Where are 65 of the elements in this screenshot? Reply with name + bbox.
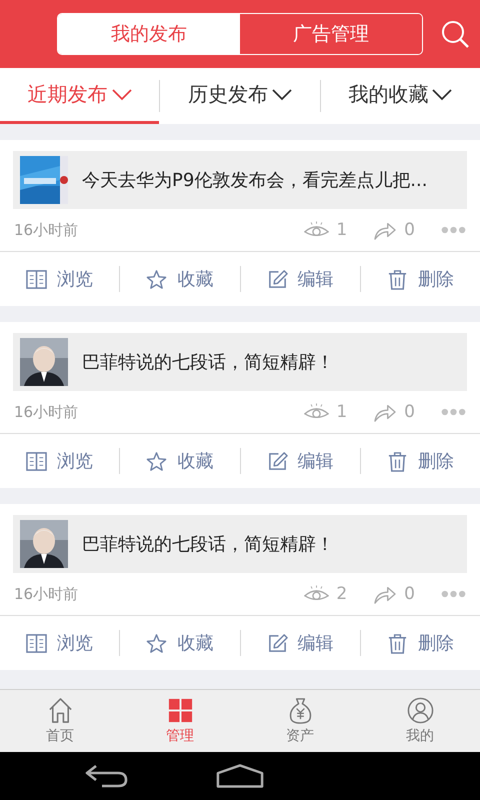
star-icon [146,450,168,472]
action-button[interactable]: 浏览 [0,441,120,481]
article-title: 巴菲特说的七段话，简短精辟！ [82,351,334,374]
more-icon[interactable] [441,408,466,416]
filter-tab[interactable]: 我的收藏 [320,68,480,124]
nav-tab[interactable]: 我的 [360,690,480,752]
article-title: 今天去华为P9伦敦发布会，看完差点儿把... [82,169,428,192]
trash-icon [386,632,408,654]
edit-icon [266,632,288,654]
eye-icon [304,403,330,421]
share-icon[interactable] [373,220,398,240]
nav-tab[interactable]: 首页 [0,690,120,752]
back-button[interactable] [84,764,128,788]
article-preview[interactable]: 巴菲特说的七段话，简短精辟！ [13,333,467,391]
article-preview[interactable]: 巴菲特说的七段话，简短精辟！ [13,515,467,573]
book-icon [26,268,48,290]
action-button[interactable]: 删除 [360,623,480,663]
share-count: 0 [404,402,415,422]
share-icon[interactable] [373,584,398,604]
more-icon[interactable] [441,590,466,598]
action-button[interactable]: 编辑 [240,623,360,663]
filter-tab[interactable]: 近期发布 [0,68,160,124]
post-time: 16小时前 [14,220,78,240]
star-icon [146,268,168,290]
edit-icon [266,268,288,290]
nav-tab[interactable]: 管理 [120,690,240,752]
grid-icon [166,697,194,724]
action-button[interactable]: 删除 [360,441,480,481]
chevron-down-icon [272,88,292,100]
filter-tab[interactable]: 历史发布 [160,68,320,124]
action-button[interactable]: 浏览 [0,623,120,663]
action-button[interactable]: 收藏 [120,441,240,481]
user-icon [406,697,434,724]
book-icon [26,450,48,472]
star-icon [146,632,168,654]
share-icon[interactable] [373,402,398,422]
eye-icon [304,221,330,239]
chevron-down-icon [112,88,132,100]
home-icon [46,697,74,724]
eye-icon [304,585,330,603]
chevron-down-icon [432,88,452,100]
search-icon[interactable] [441,20,469,48]
share-count: 0 [404,220,415,240]
action-button[interactable]: 收藏 [120,259,240,299]
book-icon [26,632,48,654]
view-count: 2 [336,584,348,604]
view-count: 1 [336,220,348,240]
share-count: 0 [404,584,415,604]
action-button[interactable]: 删除 [360,259,480,299]
nav-tab[interactable]: 资产 [240,690,360,752]
post-time: 16小时前 [14,584,78,604]
action-button[interactable]: 浏览 [0,259,120,299]
action-button[interactable]: 编辑 [240,441,360,481]
view-count: 1 [336,402,348,422]
home-button[interactable] [216,763,264,789]
article-preview[interactable]: 今天去华为P9伦敦发布会，看完差点儿把... [13,151,467,209]
action-button[interactable]: 收藏 [120,623,240,663]
post-time: 16小时前 [14,402,78,422]
trash-icon [386,268,408,290]
action-button[interactable]: 编辑 [240,259,360,299]
segment-tab[interactable]: 我的发布 [58,14,240,54]
edit-icon [266,450,288,472]
more-icon[interactable] [441,226,466,234]
article-title: 巴菲特说的七段话，简短精辟！ [82,533,334,556]
trash-icon [386,450,408,472]
